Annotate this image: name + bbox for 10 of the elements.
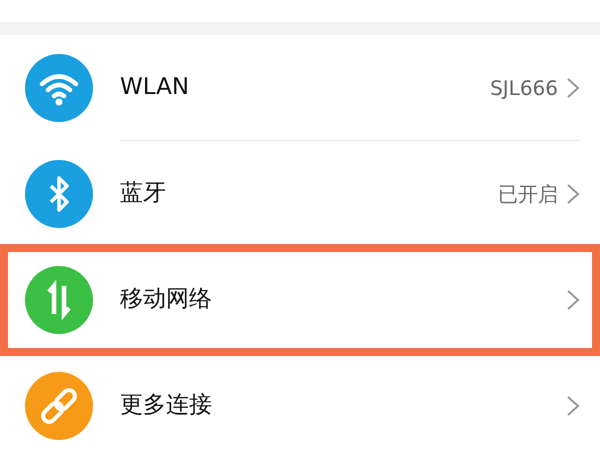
setting-label[interactable]: 蓝牙 bbox=[120, 176, 166, 211]
chevron-right-icon[interactable] bbox=[566, 182, 580, 204]
setting-label[interactable]: 移动网络 bbox=[120, 282, 212, 317]
chevron-right-icon[interactable] bbox=[566, 288, 580, 310]
chevron-right-icon[interactable] bbox=[566, 76, 580, 98]
setting-label[interactable]: 更多连接 bbox=[120, 388, 212, 423]
chevron-right-icon[interactable] bbox=[566, 394, 580, 416]
setting-label[interactable]: WLAN bbox=[120, 70, 190, 105]
setting-value: SJL666 bbox=[490, 74, 558, 102]
setting-value: 已开启 bbox=[498, 180, 558, 208]
